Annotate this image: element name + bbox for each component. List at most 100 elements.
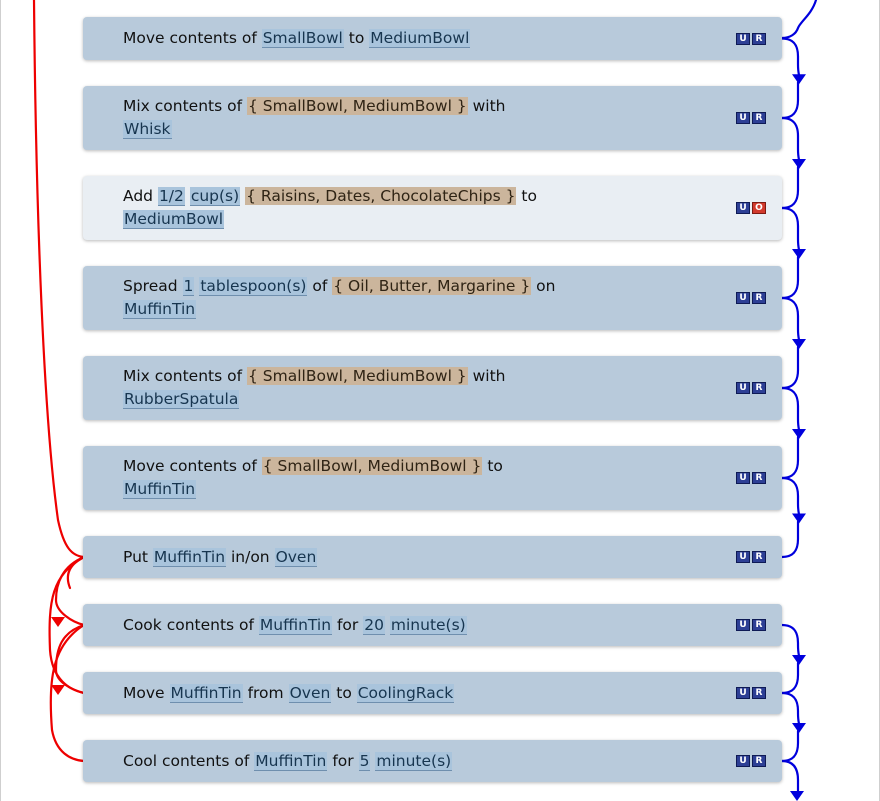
r-button[interactable]: R	[752, 619, 766, 631]
u-button[interactable]: U	[736, 32, 750, 45]
ingredient-link[interactable]: MuffinTin	[123, 480, 197, 499]
u-button[interactable]: U	[736, 382, 750, 394]
step-text: Move contents of { SmallBowl, MediumBowl…	[123, 455, 503, 501]
ingredient-link[interactable]: tablespoon(s)	[199, 277, 308, 296]
step-text: Cook contents of MuffinTin for 20 minute…	[123, 614, 467, 637]
ingredient-link[interactable]: MuffinTin	[152, 547, 227, 567]
step-text-fragment: Mix contents of	[123, 367, 247, 385]
ingredient-link[interactable]: SmallBowl	[261, 29, 344, 48]
step-text-fragment: from	[242, 683, 289, 702]
step-text-fragment: with	[467, 367, 506, 385]
ingredient-link[interactable]: minute(s)	[375, 751, 453, 771]
ingredient-link[interactable]: Oven	[274, 547, 318, 567]
step-button-group: UR	[736, 551, 766, 563]
ingredient-group-link[interactable]: { Oil, Butter, Margarine }	[332, 277, 532, 295]
step-button-group: UR	[736, 32, 766, 45]
ingredient-link[interactable]: MuffinTin	[169, 683, 243, 703]
ingredient-link[interactable]: Oven	[288, 683, 332, 703]
step-card[interactable]: Move contents of { SmallBowl, MediumBowl…	[83, 446, 782, 510]
step-button-group: UR	[736, 755, 766, 767]
step-text-fragment: in/on	[226, 547, 275, 566]
step-button-group: UO	[736, 202, 766, 214]
step-card[interactable]: Mix contents of { SmallBowl, MediumBowl …	[83, 86, 782, 150]
ingredient-group-link[interactable]: { SmallBowl, MediumBowl }	[261, 457, 483, 475]
step-text-fragment: to	[331, 683, 357, 702]
step-text: Add 1/2 cup(s) { Raisins, Dates, Chocola…	[123, 185, 537, 231]
step-text-fragment: Move	[123, 683, 170, 702]
step-text-fragment: for	[327, 751, 359, 770]
step-text: Put MuffinTin in/on Oven	[123, 546, 318, 569]
ingredient-link[interactable]: cup(s)	[189, 187, 241, 206]
r-button[interactable]: R	[752, 112, 766, 124]
ingredient-link[interactable]: CoolingRack	[356, 683, 455, 703]
ingredient-group-link[interactable]: { SmallBowl, MediumBowl }	[247, 97, 468, 115]
step-card[interactable]: Put MuffinTin in/on Oven U R	[83, 536, 782, 578]
u-button[interactable]: U	[736, 472, 750, 484]
step-list: Move contents of SmallBowl to MediumBowl…	[0, 0, 880, 801]
step-card[interactable]: Cool contents of MuffinTin for 5 minute(…	[83, 740, 782, 782]
step-text: Move contents of SmallBowl to MediumBowl	[123, 27, 471, 50]
step-card[interactable]: Move MuffinTin from Oven to CoolingRack U…	[83, 672, 782, 714]
step-button-group: UR	[736, 112, 766, 124]
ingredient-link[interactable]: Whisk	[123, 120, 172, 139]
step-text-fragment: Cook contents of	[123, 615, 259, 634]
step-text: Mix contents of { SmallBowl, MediumBowl …	[123, 95, 505, 141]
ingredient-link[interactable]: minute(s)	[389, 615, 467, 635]
ingredient-group-link[interactable]: { SmallBowl, MediumBowl }	[247, 367, 468, 385]
step-text-fragment: Cool contents of	[123, 751, 255, 770]
ingredient-link[interactable]: MuffinTin	[258, 615, 333, 635]
step-text-fragment: to	[343, 29, 370, 47]
step-button-group: UR	[736, 687, 766, 699]
u-button[interactable]: U	[736, 619, 750, 631]
u-button[interactable]: U	[736, 687, 750, 699]
u-button[interactable]: U	[736, 202, 750, 214]
r-button[interactable]: R	[752, 755, 766, 767]
u-button[interactable]: U	[736, 112, 750, 124]
step-card[interactable]: Spread 1 tablespoon(s) of { Oil, Butter,…	[83, 266, 782, 330]
step-card[interactable]: Cook contents of MuffinTin for 20 minute…	[83, 604, 782, 646]
step-text-fragment: to	[482, 457, 503, 475]
r-button[interactable]: R	[752, 382, 766, 394]
step-button-group: UR	[736, 382, 766, 394]
ingredient-link[interactable]: 20	[363, 615, 385, 635]
step-text-fragment: Mix contents of	[123, 97, 247, 115]
ingredient-link[interactable]: RubberSpatula	[123, 390, 240, 409]
step-text-fragment: of	[307, 277, 333, 295]
ingredient-link[interactable]: 1/2	[157, 187, 185, 206]
step-button-group: UR	[736, 292, 766, 304]
step-button-group: UR	[736, 619, 766, 631]
step-text: Move MuffinTin from Oven to CoolingRack	[123, 682, 455, 705]
step-text-fragment: with	[467, 97, 506, 115]
ingredient-link[interactable]: 1	[182, 277, 195, 296]
step-text: Cool contents of MuffinTin for 5 minute(…	[123, 750, 453, 773]
r-button[interactable]: R	[752, 472, 766, 484]
step-text-fragment: to	[516, 187, 537, 205]
r-button[interactable]: R	[752, 687, 766, 699]
r-button[interactable]: R	[752, 551, 766, 563]
ingredient-link[interactable]: MuffinTin	[123, 300, 197, 319]
step-text-fragment: Spread	[123, 277, 183, 295]
ingredient-link[interactable]: 5	[358, 751, 371, 771]
u-button[interactable]: U	[736, 292, 750, 304]
o-button[interactable]: O	[752, 202, 766, 214]
step-button-group: UR	[736, 472, 766, 484]
step-text-fragment: on	[531, 277, 556, 295]
step-text: Mix contents of { SmallBowl, MediumBowl …	[123, 365, 505, 411]
step-text-fragment: Put	[123, 547, 153, 566]
step-text-fragment: Move contents of	[123, 457, 262, 475]
step-text-fragment: for	[332, 615, 364, 634]
ingredient-link[interactable]: MuffinTin	[254, 751, 328, 771]
step-text: Spread 1 tablespoon(s) of { Oil, Butter,…	[123, 275, 555, 321]
ingredient-link[interactable]: MediumBowl	[123, 210, 225, 229]
ingredient-group-link[interactable]: { Raisins, Dates, ChocolateChips }	[245, 187, 517, 205]
step-text-fragment: Move contents of	[123, 29, 262, 47]
r-button[interactable]: R	[752, 292, 766, 304]
u-button[interactable]: U	[736, 551, 750, 563]
u-button[interactable]: U	[736, 755, 750, 767]
step-card[interactable]: Add 1/2 cup(s) { Raisins, Dates, Chocola…	[83, 176, 782, 240]
ingredient-link[interactable]: MediumBowl	[369, 29, 471, 48]
step-card[interactable]: Move contents of SmallBowl to MediumBowl…	[83, 17, 782, 60]
step-card[interactable]: Mix contents of { SmallBowl, MediumBowl …	[83, 356, 782, 420]
r-button[interactable]: R	[752, 32, 766, 45]
step-text-fragment: Add	[123, 187, 158, 205]
